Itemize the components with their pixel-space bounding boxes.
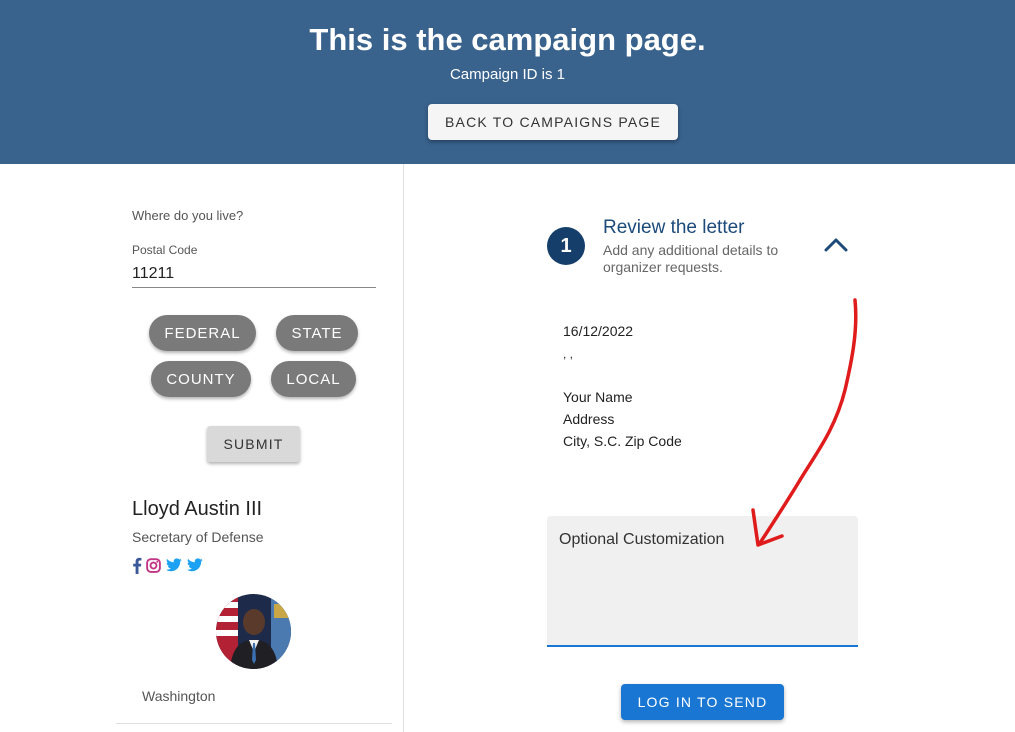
back-to-campaigns-button[interactable]: BACK TO CAMPAIGNS PAGE	[428, 104, 678, 140]
campaign-id-text: Campaign ID is 1	[449, 66, 566, 83]
local-button[interactable]: LOCAL	[271, 361, 356, 397]
representative-title: Secretary of Defense	[132, 529, 264, 545]
submit-button[interactable]: SUBMIT	[207, 426, 300, 462]
representative-location: Washington	[142, 688, 216, 704]
card-divider	[116, 723, 392, 724]
page-title: This is the campaign page.	[309, 22, 706, 57]
optional-customization-field[interactable]: Optional Customization	[547, 516, 858, 647]
letter-sender-city: City, S.C. Zip Code	[563, 433, 682, 449]
federal-button[interactable]: FEDERAL	[149, 315, 256, 351]
letter-recipient: , ,	[563, 347, 574, 361]
campaign-header: This is the campaign page. Campaign ID i…	[0, 0, 1015, 164]
step-title: Review the letter	[603, 217, 745, 238]
postal-code-label: Postal Code	[132, 243, 198, 257]
panel-divider	[403, 164, 404, 732]
step-description: Add any additional details to organizer …	[603, 242, 779, 275]
customization-placeholder: Optional Customization	[559, 531, 725, 548]
county-button[interactable]: COUNTY	[151, 361, 251, 397]
location-prompt: Where do you live?	[132, 208, 244, 223]
postal-code-input[interactable]	[132, 261, 376, 288]
representative-avatar	[216, 594, 291, 669]
state-button[interactable]: STATE	[276, 315, 358, 351]
twitter-icon[interactable]	[166, 556, 182, 574]
letter-sender-name: Your Name	[563, 389, 633, 405]
facebook-icon[interactable]	[132, 556, 142, 574]
representative-name: Lloyd Austin III	[132, 498, 263, 520]
log-in-to-send-button[interactable]: LOG IN TO SEND	[621, 684, 784, 720]
letter-date: 16/12/2022	[563, 323, 634, 339]
instagram-icon[interactable]	[146, 556, 162, 574]
step-number: 1	[547, 227, 585, 265]
chevron-up-icon[interactable]	[822, 234, 850, 254]
twitter-icon[interactable]	[187, 556, 203, 574]
letter-sender-address: Address	[563, 411, 615, 427]
